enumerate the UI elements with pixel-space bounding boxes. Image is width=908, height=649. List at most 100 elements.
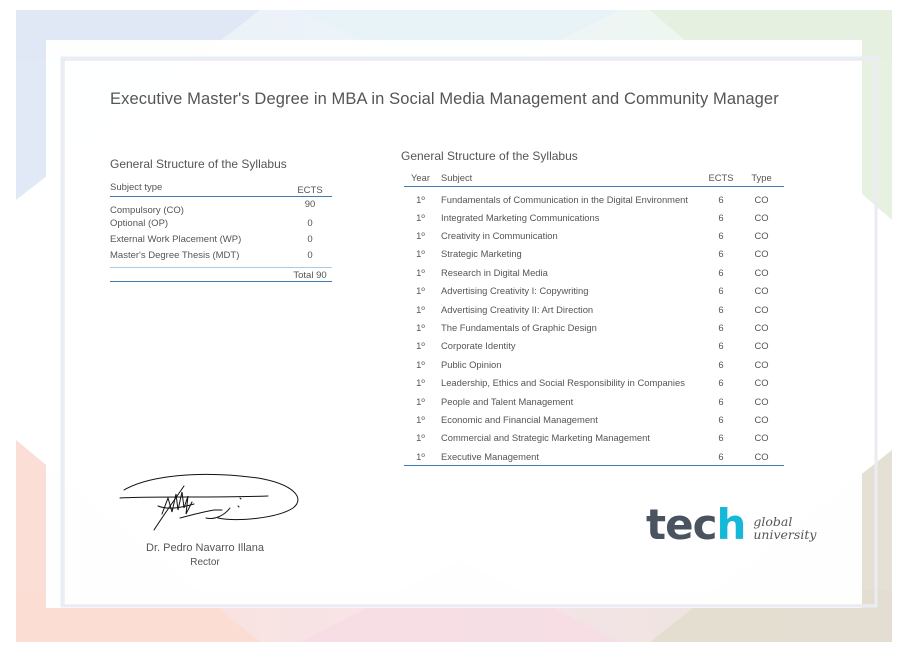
signer-role: Rector — [190, 557, 220, 568]
summary-table: Subject type ECTS Compulsory (CO) 90 Opt… — [110, 182, 332, 282]
logo-word-accent: h — [716, 500, 746, 549]
syllabus-row: 1º Commercial and Strategic Marketing Man… — [404, 429, 784, 447]
row-ects: 6 — [718, 432, 724, 444]
syllabus-row: 1º The Fundamentals of Graphic Design 6 CO — [404, 318, 784, 336]
syllabus-row: 1º Advertising Creativity I: Copywriting 6… — [404, 282, 784, 300]
row-year: 1º — [416, 303, 425, 315]
row-year: 1º — [416, 211, 425, 223]
logo-tagline: global university — [753, 515, 816, 546]
row-subject: The Fundamentals of Graphic Design — [441, 322, 597, 334]
syllabus-heading: General Structure of the Syllabus — [401, 149, 578, 163]
row-type: CO — [754, 248, 769, 260]
row-ects: 6 — [718, 395, 724, 407]
row-year: 1º — [416, 285, 425, 297]
syllabus-row: 1º Research in Digital Media 6 CO — [404, 263, 784, 281]
summary-heading: General Structure of the Syllabus — [110, 157, 287, 171]
row-subject: Leadership, Ethics and Social Responsibi… — [441, 377, 685, 389]
row-ects: 6 — [718, 230, 724, 242]
syllabus-row: 1º People and Talent Management 6 CO — [404, 392, 784, 410]
row-ects: 6 — [718, 285, 724, 297]
row-ects: 6 — [718, 377, 724, 389]
row-subject: Advertising Creativity I: Copywriting — [441, 285, 589, 297]
logo-wordmark: tech — [646, 504, 746, 546]
row-type: CO — [754, 230, 769, 242]
row-year: 1º — [404, 447, 437, 466]
row-subject: Public Opinion — [441, 358, 502, 370]
row-ects: 6 — [718, 340, 724, 352]
logo-word-main: tec — [646, 500, 717, 549]
summary-row: Compulsory (CO) 90 — [110, 199, 332, 216]
row-type: CO — [754, 340, 769, 352]
row-type: CO — [754, 432, 769, 444]
row-ects: 6 — [718, 248, 724, 260]
page-title: Executive Master's Degree in MBA in Soci… — [110, 90, 779, 108]
row-ects: 6 — [718, 211, 724, 223]
syllabus-table: Year Subject ECTS Type 1º Fundamentals of… — [404, 171, 784, 466]
row-type: CO — [739, 447, 784, 466]
row-subject: Advertising Creativity II: Art Direction — [441, 303, 594, 315]
row-type: CO — [754, 413, 769, 425]
summary-row-type: Optional (OP) — [110, 217, 169, 229]
row-year: 1º — [416, 432, 425, 444]
summary-row-ects: 0 — [307, 217, 313, 229]
row-year: 1º — [416, 395, 425, 407]
tech-logo: tech global university — [646, 504, 816, 546]
row-subject: Research in Digital Media — [441, 266, 548, 278]
row-year: 1º — [416, 193, 425, 205]
summary-row-type: Compulsory (CO) — [110, 204, 184, 216]
syllabus-row: 1º Economic and Financial Management 6 CO — [404, 410, 784, 428]
summary-row-type: Master's Degree Thesis (MDT) — [110, 249, 240, 261]
row-subject: Corporate Identity — [441, 340, 516, 352]
row-year: 1º — [416, 266, 425, 278]
row-type: CO — [754, 358, 769, 370]
row-type: CO — [754, 303, 769, 315]
row-ects: 6 — [718, 193, 724, 205]
col-type-header: Type — [739, 171, 784, 187]
summary-col-ects: ECTS — [297, 185, 323, 196]
syllabus-row: 1º Executive Management 6 CO — [404, 447, 784, 466]
row-year: 1º — [416, 358, 425, 370]
syllabus-row: 1º Integrated Marketing Communications 6 CO — [404, 208, 784, 226]
syllabus-row: 1º Creativity in Communication 6 CO — [404, 226, 784, 244]
summary-total-row: Total 90 — [110, 267, 332, 282]
row-type: CO — [754, 377, 769, 389]
row-type: CO — [754, 193, 769, 205]
row-year: 1º — [416, 322, 425, 334]
row-subject: People and Talent Management — [441, 395, 574, 407]
col-ects-header: ECTS — [703, 171, 739, 187]
row-type: CO — [754, 322, 769, 334]
summary-row: Master's Degree Thesis (MDT) 0 — [110, 247, 332, 263]
col-subject-header: Subject — [437, 171, 703, 187]
row-ects: 6 — [703, 447, 739, 466]
row-year: 1º — [416, 413, 425, 425]
syllabus-row: 1º Public Opinion 6 CO — [404, 355, 784, 373]
summary-row-ects: 0 — [307, 249, 313, 261]
summary-row: External Work Placement (WP) 0 — [110, 231, 332, 247]
summary-rows: Compulsory (CO) 90 Optional (OP) 0 Exter… — [110, 197, 332, 267]
summary-col-type: Subject type — [110, 182, 163, 193]
row-ects: 6 — [718, 322, 724, 334]
syllabus-row: 1º Fundamentals of Communication in the D… — [404, 186, 784, 208]
summary-row-ects: 0 — [307, 233, 313, 245]
syllabus-row: 1º Corporate Identity 6 CO — [404, 337, 784, 355]
syllabus-row: 1º Advertising Creativity II: Art Directi… — [404, 300, 784, 318]
row-subject: Commercial and Strategic Marketing Manag… — [441, 432, 650, 444]
row-year: 1º — [416, 248, 425, 260]
row-subject: Executive Management — [437, 447, 703, 466]
row-type: CO — [754, 211, 769, 223]
row-subject: Integrated Marketing Communications — [441, 211, 600, 223]
syllabus-row: 1º Strategic Marketing 6 CO — [404, 245, 784, 263]
row-ects: 6 — [718, 413, 724, 425]
rector-signature — [119, 473, 299, 531]
col-year-header: Year — [404, 171, 437, 187]
summary-total: Total 90 — [293, 270, 327, 281]
row-type: CO — [754, 285, 769, 297]
logo-tagline-line2: university — [753, 527, 817, 542]
row-year: 1º — [416, 377, 425, 389]
syllabus-header-row: Year Subject ECTS Type — [404, 171, 784, 187]
row-subject: Strategic Marketing — [441, 248, 522, 260]
row-year: 1º — [416, 230, 425, 242]
row-ects: 6 — [718, 358, 724, 370]
syllabus-row: 1º Leadership, Ethics and Social Responsi… — [404, 374, 784, 392]
syllabus-body: 1º Fundamentals of Communication in the D… — [404, 186, 784, 466]
